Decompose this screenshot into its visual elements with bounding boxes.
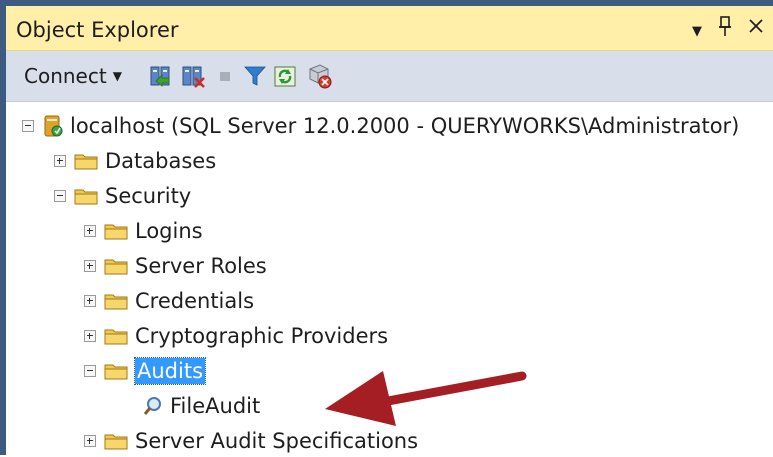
- tree-node-server-roles[interactable]: Server Roles: [6, 252, 773, 282]
- tree-label-credentials: Credentials: [135, 289, 255, 313]
- pin-icon[interactable]: [718, 16, 732, 41]
- toolbar: Connect ▼: [6, 51, 773, 102]
- folder-icon: [104, 294, 128, 310]
- disconnect-icon[interactable]: [180, 63, 206, 89]
- folder-icon: [104, 224, 128, 240]
- folder-icon: [74, 154, 98, 170]
- expand-toggle[interactable]: [84, 295, 96, 307]
- tree-node-credentials[interactable]: Credentials: [6, 287, 773, 317]
- object-explorer-tree: localhost (SQL Server 12.0.2000 - QUERYW…: [6, 102, 773, 455]
- connect-button[interactable]: Connect ▼: [24, 64, 122, 88]
- tree-label-cryptographic-providers: Cryptographic Providers: [135, 324, 389, 348]
- tree-label-audits: Audits: [133, 357, 207, 385]
- connect-label: Connect: [24, 64, 107, 88]
- tree-node-server-audit-specifications[interactable]: Server Audit Specifications: [6, 427, 773, 457]
- dropdown-icon[interactable]: ▼: [692, 22, 702, 42]
- folder-icon: [104, 329, 128, 345]
- tree-label-security: Security: [105, 184, 192, 208]
- expand-toggle[interactable]: [54, 155, 66, 167]
- folder-icon: [74, 189, 98, 205]
- panel-title: Object Explorer: [16, 18, 179, 42]
- chevron-down-icon: ▼: [112, 69, 122, 83]
- close-icon[interactable]: [748, 16, 764, 39]
- tree-label-file-audit: FileAudit: [170, 394, 261, 418]
- filter-icon[interactable]: [242, 63, 268, 89]
- connect-icon[interactable]: [148, 63, 174, 89]
- collapse-toggle[interactable]: [84, 365, 96, 377]
- activity-monitor-icon[interactable]: [306, 63, 332, 89]
- collapse-toggle[interactable]: [54, 190, 66, 202]
- expand-toggle[interactable]: [84, 435, 96, 447]
- tree-node-cryptographic-providers[interactable]: Cryptographic Providers: [6, 322, 773, 352]
- tree-label-server: localhost (SQL Server 12.0.2000 - QUERYW…: [70, 114, 740, 138]
- collapse-toggle[interactable]: [22, 120, 34, 132]
- expand-toggle[interactable]: [84, 330, 96, 342]
- tree-node-audits[interactable]: Audits: [6, 357, 773, 387]
- stop-icon[interactable]: [212, 63, 238, 89]
- tree-label-logins: Logins: [135, 219, 203, 243]
- folder-icon: [104, 259, 128, 275]
- server-icon: [44, 115, 63, 137]
- panel-title-bar: Object Explorer ▼: [6, 6, 773, 51]
- tree-label-databases: Databases: [105, 149, 217, 173]
- expand-toggle[interactable]: [84, 260, 96, 272]
- tree-node-logins[interactable]: Logins: [6, 217, 773, 247]
- tree-node-security[interactable]: Security: [6, 182, 773, 212]
- magnifier-icon: [143, 397, 161, 415]
- folder-icon: [104, 434, 128, 450]
- tree-node-file-audit[interactable]: FileAudit: [6, 392, 773, 422]
- expand-toggle[interactable]: [84, 225, 96, 237]
- refresh-icon[interactable]: [272, 63, 298, 89]
- tree-node-server[interactable]: localhost (SQL Server 12.0.2000 - QUERYW…: [6, 112, 773, 142]
- tree-node-databases[interactable]: Databases: [6, 147, 773, 177]
- tree-label-server-audit-specifications: Server Audit Specifications: [135, 429, 419, 453]
- folder-icon: [104, 364, 128, 380]
- tree-label-server-roles: Server Roles: [135, 254, 267, 278]
